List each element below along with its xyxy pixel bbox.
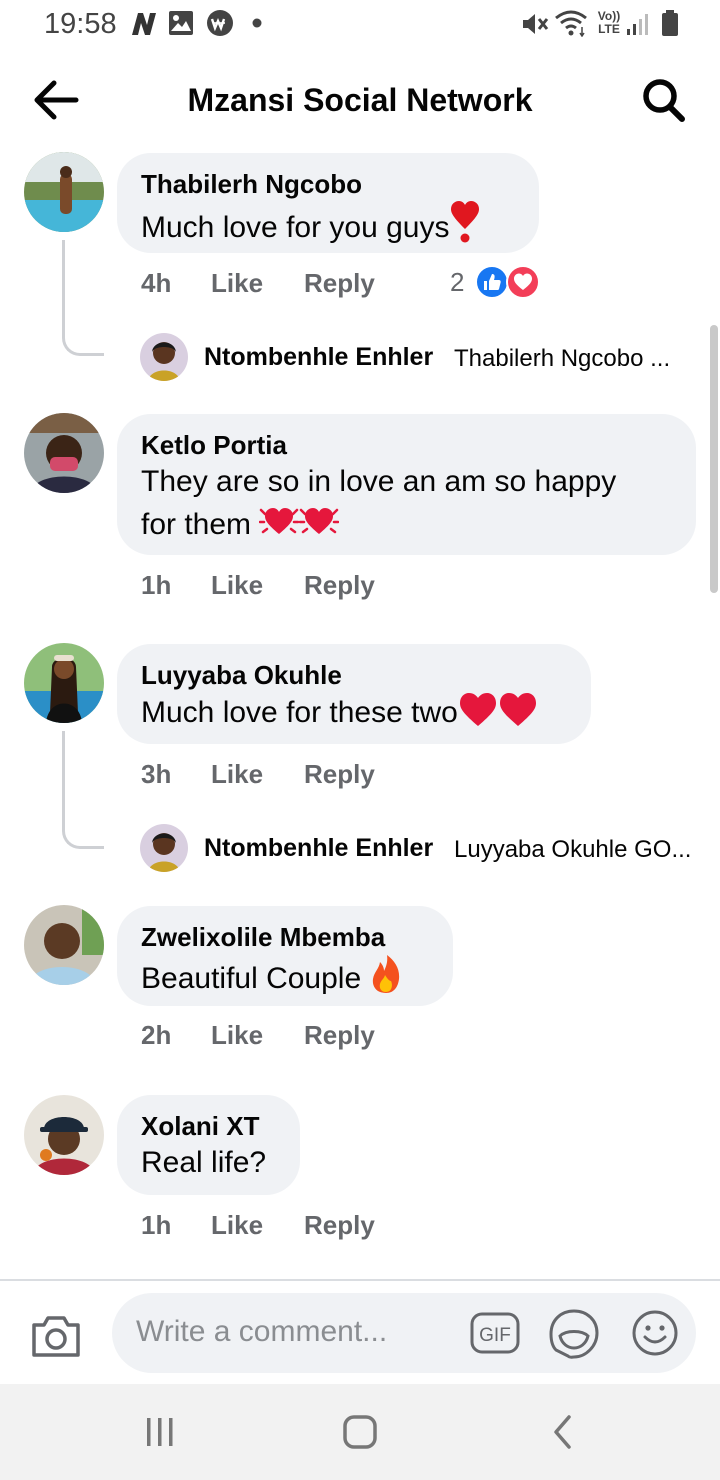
beating-heart-emoji [299,508,340,534]
reply-author[interactable]: Ntombenhle Enhler [204,834,433,863]
comment-text-line: for them [141,502,672,545]
search-button[interactable] [638,76,690,126]
like-button[interactable]: Like [211,570,263,601]
avatar[interactable] [24,905,104,985]
comment-actions: 3h Like Reply [141,759,681,793]
comment-text-line: Much love for you guys [141,201,515,248]
like-button[interactable]: Like [211,1210,263,1241]
status-time: 19:58 [44,8,117,40]
comment-text: Much love for you guys [141,211,450,244]
volte-icon: Vo)) LTE [594,10,624,36]
comment-text-line: Beautiful Couple [141,954,429,999]
search-icon [643,79,685,122]
comment-author[interactable]: Ketlo Portia [141,428,672,462]
reply-button[interactable]: Reply [304,268,375,299]
reply-author[interactable]: Ntombenhle Enhler [204,343,433,372]
page-title: Mzansi Social Network [187,82,533,118]
mute-icon [523,14,549,34]
red-heart-emoji [499,693,536,726]
comment-text-continued: for them [141,508,252,541]
camera-button[interactable] [30,1313,82,1359]
camera-icon [32,1316,80,1357]
volte-label-bottom: LTE [598,22,620,36]
comment-time: 1h [141,570,172,600]
comment-actions: 2h Like Reply [141,1020,681,1054]
back-icon[interactable] [550,1412,576,1452]
avatar[interactable] [24,413,104,493]
comment-text: Much love for these two [141,696,458,729]
emoji-icon [632,1310,678,1356]
comment-text: They are so in love an am so happy [141,465,617,498]
avatar[interactable] [24,152,104,232]
sticker-icon [549,1309,599,1359]
comment-actions: 4h Like Reply [141,268,681,302]
comment-placeholder: Write a comment... [136,1315,388,1348]
comment-composer: Write a comment... GIF [0,1279,720,1384]
comment-time: 3h [141,759,172,789]
gif-button[interactable]: GIF [470,1312,520,1354]
reply-button[interactable]: Reply [304,1210,375,1241]
n-icon [132,13,156,35]
thread-line [62,240,104,356]
gallery-icon [169,11,193,35]
avatar[interactable] [24,643,104,723]
dot-icon [252,18,262,28]
reply-text: Luyyaba Okuhle GO... [454,836,692,863]
like-button[interactable]: Like [211,1020,263,1051]
comment-bubble[interactable]: Thabilerh Ngcobo Much love for you guys [117,153,539,253]
reply-button[interactable]: Reply [304,759,375,790]
reply-button[interactable]: Reply [304,1020,375,1051]
comment-time: 2h [141,1020,172,1050]
comment-author[interactable]: Zwelixolile Mbemba [141,920,429,954]
heart-exclamation-emoji [451,201,480,243]
gif-icon: GIF [470,1312,520,1354]
sticker-button[interactable] [548,1308,600,1360]
reply-text: Thabilerh Ngcobo ... [454,345,671,372]
comment-bubble[interactable]: Ketlo Portia They are so in love an am s… [117,414,696,555]
comment-actions: 1h Like Reply [141,1210,681,1244]
gif-label: GIF [479,1325,511,1346]
love-reaction-icon[interactable] [506,265,540,299]
reply-button[interactable]: Reply [304,570,375,601]
emoji-button[interactable] [630,1308,680,1358]
comment-author[interactable]: Luyyaba Okuhle [141,658,567,692]
thread-line [62,731,104,849]
like-button[interactable]: Like [211,759,263,790]
comment-time: 1h [141,1210,172,1240]
header: Mzansi Social Network [0,60,720,140]
signal-icon [627,14,648,35]
comment-text: Beautiful Couple [141,962,362,995]
red-heart-emoji [459,693,496,726]
comment-actions: 1h Like Reply [141,570,681,604]
comment-bubble[interactable]: Zwelixolile Mbemba Beautiful Couple [117,906,453,1006]
comment-bubble[interactable]: Xolani XT Real life? [117,1095,300,1195]
like-reaction-icon[interactable] [475,265,509,299]
recent-apps-icon[interactable] [144,1412,176,1452]
avatar[interactable] [140,824,188,872]
comment-time: 4h [141,268,172,298]
battery-icon [662,10,678,36]
comment-input[interactable]: Write a comment... GIF [112,1293,696,1373]
home-icon[interactable] [342,1412,378,1452]
reply-preview[interactable]: Ntombenhle Enhler Luyyaba Okuhle GO... [140,824,700,874]
w-app-icon [207,10,233,36]
like-button[interactable]: Like [211,268,263,299]
comment-bubble[interactable]: Luyyaba Okuhle Much love for these two [117,644,591,744]
comment-author[interactable]: Xolani XT [141,1109,276,1143]
comment-text-line: Much love for these two [141,692,567,733]
status-bar: 19:58 Vo)) LTE [0,0,720,50]
comment-text: Real life? [141,1146,267,1179]
reply-preview[interactable]: Ntombenhle Enhler Thabilerh Ngcobo ... [140,333,700,383]
reaction-count[interactable]: 2 [450,267,464,298]
system-nav-bar [0,1384,720,1480]
fire-emoji [372,955,399,993]
wifi-icon [555,10,587,37]
comment-author[interactable]: Thabilerh Ngcobo [141,167,515,201]
scrollbar[interactable] [710,325,718,593]
avatar[interactable] [24,1095,104,1175]
avatar[interactable] [140,333,188,381]
beating-heart-emoji [259,508,300,534]
